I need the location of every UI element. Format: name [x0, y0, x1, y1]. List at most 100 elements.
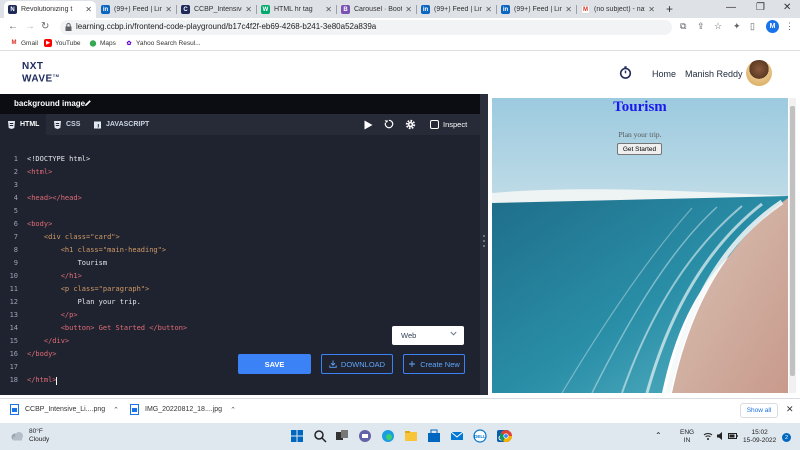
reset-icon[interactable] [384, 119, 394, 129]
tab-html[interactable]: HTML [0, 114, 46, 135]
create-new-button[interactable]: Create New [403, 354, 465, 374]
get-started-button[interactable]: Get Started [617, 143, 662, 155]
address-bar[interactable]: learning.ccbp.in/frontend-code-playgroun… [60, 20, 672, 35]
browser-tab[interactable]: N Revolutionizing t ✕ [4, 1, 96, 18]
maximize-icon[interactable]: ❐ [756, 2, 765, 13]
run-play-icon[interactable] [364, 120, 373, 130]
download-button[interactable]: DOWNLOAD [321, 354, 393, 374]
browser-tab[interactable]: B Carousel · Bootstr ✕ [337, 1, 416, 18]
stopwatch-icon[interactable] [619, 66, 632, 79]
inspect-toggle[interactable]: Inspect [430, 120, 467, 129]
close-tab-icon[interactable]: ✕ [85, 5, 92, 14]
chrome-icon[interactable] [499, 429, 513, 443]
bookmark-yahoo[interactable]: ✿ Yahoo Search Resul... [125, 39, 200, 47]
code-line: 6 <body> [13, 220, 53, 228]
lock-icon [65, 23, 72, 31]
weather-widget[interactable]: 80°F Cloudy [10, 428, 49, 444]
inspect-checkbox[interactable] [430, 120, 439, 129]
close-shelf-icon[interactable]: ✕ [786, 404, 794, 415]
bookmark-gmail[interactable]: M Gmail [10, 39, 38, 47]
browser-tab[interactable]: in (99+) Feed | Linke ✕ [417, 1, 496, 18]
forward-arrow-icon[interactable]: → [25, 21, 35, 32]
battery-icon[interactable] [728, 431, 738, 441]
notification-badge[interactable]: 2 [782, 433, 791, 442]
close-tab-icon[interactable]: ✕ [648, 5, 655, 14]
show-all-downloads-button[interactable]: Show all [740, 403, 778, 418]
dell-icon[interactable]: DELL [473, 429, 487, 443]
browser-tab[interactable]: in (99+) Feed | Linke ✕ [97, 1, 176, 18]
reload-icon[interactable]: ↻ [41, 21, 49, 32]
html5-icon [8, 120, 15, 129]
preview-scrollbar[interactable] [789, 98, 796, 393]
close-tab-icon[interactable]: ✕ [405, 5, 412, 14]
linkedin-icon: in [501, 5, 510, 14]
extensions-icon[interactable]: ✦ [733, 21, 741, 32]
site-header: NXT WAVETM Home Manish Reddy [0, 52, 800, 94]
mail-icon[interactable] [450, 429, 464, 443]
url-text: learning.ccbp.in/frontend-code-playgroun… [76, 22, 377, 31]
drag-handle-icon[interactable] [483, 234, 485, 248]
tray-overflow-icon[interactable]: ⌃ [655, 432, 662, 440]
browser-tab[interactable]: M (no subject) - nav ✕ [577, 1, 659, 18]
code-line: 4 <head></head> [13, 194, 82, 202]
code-line: 12 Plan your trip. [9, 298, 141, 306]
tab-javascript[interactable]: JAVASCRIPT [88, 114, 155, 135]
user-avatar[interactable] [746, 60, 772, 86]
edit-pencil-icon[interactable] [84, 99, 92, 107]
save-button[interactable]: SAVE [238, 354, 311, 374]
language-indicator[interactable]: ENG IN [680, 429, 694, 445]
editor-title-bar: background image [0, 94, 480, 114]
new-tab-button[interactable]: + [666, 2, 673, 16]
close-window-icon[interactable]: ✕ [783, 2, 791, 13]
close-tab-icon[interactable]: ✕ [245, 5, 252, 14]
wifi-icon[interactable] [703, 431, 713, 441]
file-explorer-icon[interactable] [404, 429, 418, 443]
browser-menu-icon[interactable]: ⋮ [785, 21, 794, 32]
minimize-icon[interactable]: — [726, 2, 736, 13]
code-line: 13 </p> [9, 311, 78, 319]
user-name[interactable]: Manish Reddy [685, 69, 743, 79]
scrollbar-thumb[interactable] [790, 106, 795, 376]
tab-css[interactable]: CSS [48, 114, 86, 135]
browser-tab[interactable]: C CCBP_Intensive_L ✕ [177, 1, 256, 18]
share-icon[interactable]: ⇪ [697, 21, 705, 32]
windows-start-icon[interactable] [290, 429, 304, 443]
download-shelf: CCBP_Intensive_Li....png ⌃ IMG_20220812_… [0, 398, 800, 422]
code-line: 7 <div class="card"> [13, 233, 120, 241]
chevron-up-icon[interactable]: ⌃ [230, 406, 236, 414]
chevron-up-icon[interactable]: ⌃ [113, 406, 119, 414]
code-line: 9 Tourism [13, 259, 108, 267]
browser-tab[interactable]: in (99+) Feed | Linke ✕ [497, 1, 576, 18]
close-tab-icon[interactable]: ✕ [165, 5, 172, 14]
download-item[interactable]: IMG_20220812_18....jpg ⌃ [130, 404, 236, 415]
back-arrow-icon[interactable]: ← [8, 21, 18, 32]
browser-tab[interactable]: W HTML hr tag ✕ [257, 1, 336, 18]
taskbar-clock[interactable]: 15:02 15-09-2022 [743, 429, 776, 445]
bookmark-star-icon[interactable]: ☆ [714, 21, 722, 32]
gmail-icon: M [581, 5, 590, 14]
home-link[interactable]: Home [652, 69, 676, 79]
project-title[interactable]: background image [14, 99, 85, 108]
close-tab-icon[interactable]: ✕ [565, 5, 572, 14]
volume-icon[interactable] [716, 431, 726, 441]
profile-avatar[interactable]: M [766, 20, 779, 33]
youtube-icon: ▶ [44, 39, 52, 47]
teams-chat-icon[interactable] [358, 429, 372, 443]
nxtwave-logo[interactable]: NXT WAVETM [22, 62, 60, 84]
preview-mode-select[interactable]: Web [392, 326, 464, 345]
edge-icon[interactable] [381, 429, 395, 443]
close-tab-icon[interactable]: ✕ [325, 5, 332, 14]
settings-gear-icon[interactable] [405, 119, 416, 130]
linkedin-icon: in [421, 5, 430, 14]
side-panel-icon[interactable]: ▯ [750, 21, 755, 32]
microsoft-store-icon[interactable] [427, 429, 441, 443]
download-item[interactable]: CCBP_Intensive_Li....png ⌃ [10, 404, 119, 415]
search-icon[interactable] [313, 429, 327, 443]
close-tab-icon[interactable]: ✕ [485, 5, 492, 14]
bookmark-youtube[interactable]: ▶ YouTube [44, 39, 81, 47]
bookmark-maps[interactable]: ⬤ Maps [89, 39, 116, 47]
image-file-icon [10, 404, 19, 415]
task-view-icon[interactable] [335, 429, 349, 443]
linkedin-icon: in [101, 5, 110, 14]
install-app-icon[interactable]: ⧉ [680, 21, 686, 32]
